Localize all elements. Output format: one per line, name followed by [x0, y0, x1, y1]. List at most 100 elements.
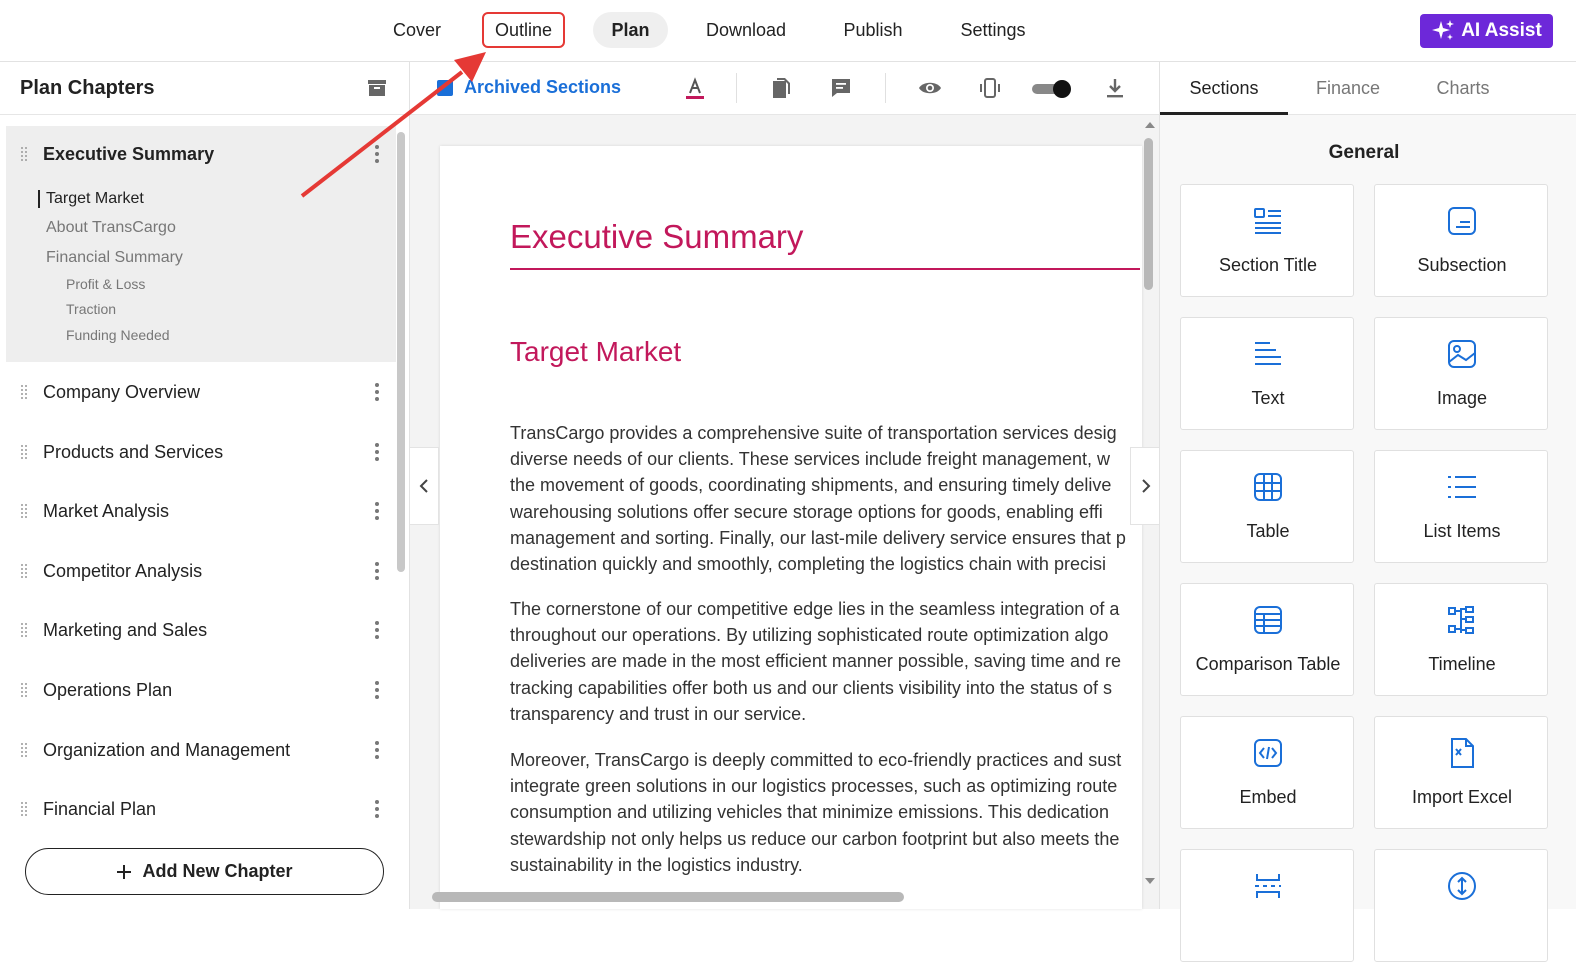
preview-eye-icon[interactable] [918, 76, 942, 100]
subsection-financial-summary[interactable]: Financial Summary [46, 249, 183, 267]
collapse-left-button[interactable] [410, 447, 439, 525]
section-title-icon [1254, 208, 1281, 234]
text-line: sustainability in the logistics industry… [510, 854, 803, 875]
vertical-scrollbar-thumb[interactable] [1144, 138, 1153, 290]
drag-handle-icon[interactable] [20, 444, 28, 460]
more-options-icon[interactable] [372, 501, 382, 521]
more-options-icon[interactable] [372, 620, 382, 640]
sidebar-scrollbar[interactable] [397, 132, 405, 572]
subsection-about-transcargo[interactable]: About TransCargo [46, 219, 176, 237]
chapter-row[interactable]: Products and Services [0, 432, 396, 472]
more-options-icon[interactable] [372, 561, 382, 581]
text-line: Moreover, TransCargo is deeply committed… [510, 750, 1122, 770]
text-line: TransCargo provides a comprehensive suit… [510, 423, 1117, 443]
nav-download[interactable]: Download [695, 12, 797, 48]
archived-sections-link[interactable]: Archived Sections [436, 77, 621, 98]
chapter-row[interactable]: Marketing and Sales [0, 610, 396, 650]
chapter-label: Competitor Analysis [43, 560, 203, 581]
nav-publish[interactable]: Publish [833, 12, 913, 48]
more-options-icon[interactable] [372, 382, 382, 402]
card-label: Comparison Table [1195, 654, 1341, 674]
chapter-row[interactable]: Financial Plan [0, 789, 396, 829]
drag-handle-icon[interactable] [20, 384, 28, 400]
toggle-switch[interactable] [1032, 80, 1072, 98]
import-excel-card[interactable]: Import Excel [1374, 716, 1548, 829]
plus-icon [117, 864, 132, 879]
drag-handle-icon[interactable] [20, 563, 28, 579]
tab-sections[interactable]: Sections [1160, 62, 1288, 115]
document-heading[interactable]: Executive Summary [510, 218, 803, 256]
section-title-card[interactable]: Section Title [1180, 184, 1354, 297]
spacer-card[interactable] [1374, 849, 1548, 962]
chapter-row[interactable]: Organization and Management [0, 730, 396, 770]
tab-finance[interactable]: Finance [1288, 62, 1408, 115]
ai-assist-button[interactable]: AI Assist [1420, 14, 1553, 48]
list-items-card[interactable]: List Items [1374, 450, 1548, 563]
subsection-profit-loss[interactable]: Profit & Loss [66, 276, 145, 292]
add-new-chapter-button[interactable]: Add New Chapter [25, 848, 384, 895]
chevron-left-icon [419, 479, 428, 493]
chapter-executive-summary[interactable]: Executive Summary [0, 134, 396, 174]
text-line: consumption and utilizing vehicles that … [510, 802, 1109, 823]
card-label: Table [1246, 521, 1290, 541]
comparison-table-card[interactable]: Comparison Table [1180, 583, 1354, 696]
paragraph-3[interactable]: Moreover, TransCargo is deeply committed… [510, 747, 1142, 878]
chapter-label: Organization and Management [43, 739, 291, 760]
collapse-right-button[interactable] [1130, 447, 1160, 525]
table-card[interactable]: Table [1180, 450, 1354, 563]
spacer-icon [1448, 872, 1476, 900]
chapter-label: Financial Plan [43, 798, 157, 819]
subsection-funding-needed[interactable]: Funding Needed [66, 327, 170, 343]
chapter-row[interactable]: Competitor Analysis [0, 551, 396, 591]
drag-handle-icon[interactable] [20, 742, 28, 758]
text-card[interactable]: Text [1180, 317, 1354, 430]
image-card[interactable]: Image [1374, 317, 1548, 430]
paragraph-2[interactable]: The cornerstone of our competitive edge … [510, 596, 1142, 727]
more-options-icon[interactable] [372, 799, 382, 819]
subsection-target-market[interactable]: Target Market [38, 190, 144, 208]
more-options-icon[interactable] [372, 442, 382, 462]
more-options-icon[interactable] [372, 680, 382, 700]
embed-icon [1254, 739, 1282, 767]
sections-panel: Sections Finance Charts General Section … [1159, 62, 1576, 962]
download-icon[interactable] [1103, 76, 1127, 100]
tab-charts[interactable]: Charts [1408, 62, 1518, 115]
nav-settings[interactable]: Settings [950, 12, 1036, 48]
subsection-traction[interactable]: Traction [66, 301, 116, 317]
archive-icon[interactable] [367, 78, 387, 98]
drag-handle-icon[interactable] [20, 801, 28, 817]
chapter-row[interactable]: Company Overview [0, 372, 396, 412]
drag-handle-icon[interactable] [20, 146, 28, 162]
drag-handle-icon[interactable] [20, 622, 28, 638]
chapter-row[interactable]: Market Analysis [0, 491, 396, 531]
timeline-card[interactable]: Timeline [1374, 583, 1548, 696]
chapter-label: Marketing and Sales [43, 619, 208, 640]
more-options-icon[interactable] [372, 144, 382, 164]
comment-icon[interactable] [829, 76, 853, 100]
mobile-view-icon[interactable] [978, 76, 1002, 100]
text-icon [1255, 342, 1281, 365]
drag-handle-icon[interactable] [20, 503, 28, 519]
horizontal-scrollbar-thumb[interactable] [432, 892, 904, 902]
text-color-icon[interactable] [683, 76, 707, 100]
chevron-right-icon [1141, 479, 1150, 493]
nav-cover[interactable]: Cover [378, 12, 456, 48]
text-line: warehousing solutions offer secure stora… [510, 501, 1103, 522]
subsection-card[interactable]: Subsection [1374, 184, 1548, 297]
drag-handle-icon[interactable] [20, 682, 28, 698]
more-options-icon[interactable] [372, 740, 382, 760]
document-subheading[interactable]: Target Market [510, 336, 681, 368]
card-label: Image [1436, 388, 1488, 408]
nav-outline[interactable]: Outline [482, 12, 565, 48]
page-break-card[interactable] [1180, 849, 1354, 962]
nav-plan[interactable]: Plan [593, 12, 668, 48]
sidebar-title: Plan Chapters [20, 76, 155, 99]
embed-card[interactable]: Embed [1180, 716, 1354, 829]
document-page[interactable]: Executive Summary Target Market TransCar… [440, 146, 1142, 909]
paragraph-1[interactable]: TransCargo provides a comprehensive suit… [510, 420, 1142, 577]
editor-toolbar: Archived Sections [410, 62, 1159, 115]
text-line: destination quickly and smoothly, comple… [510, 554, 1106, 575]
chapter-row[interactable]: Operations Plan [0, 670, 396, 710]
copy-document-icon[interactable] [769, 76, 793, 100]
image-icon [1448, 340, 1476, 368]
